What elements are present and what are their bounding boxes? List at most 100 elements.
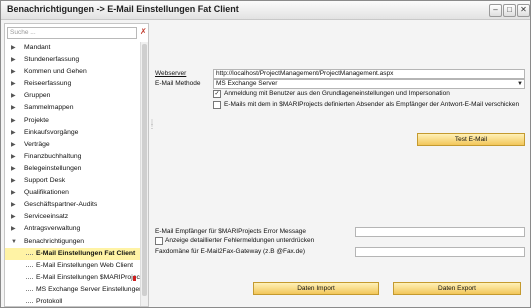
fax-domain-field[interactable] — [355, 247, 525, 257]
tree-subitem-label: E-Mail Einstellungen Web Client — [36, 261, 133, 269]
tree-item-label: Einkaufsvorgänge — [24, 128, 79, 136]
tree-item[interactable]: ▶ Kommen und Gehen — [5, 66, 140, 78]
tree-item[interactable]: ▶ Sammelmappen — [5, 102, 140, 114]
expand-right-icon[interactable]: ▶ — [11, 223, 16, 235]
sender-reply-checkbox[interactable] — [213, 101, 221, 109]
tree-connector — [26, 265, 33, 267]
tree-item-label: Kommen und Gehen — [24, 68, 87, 76]
tree-subitem-label: E-Mail Einstellungen $MARIProject — [36, 273, 142, 281]
tree-item-label: Verträge — [24, 140, 50, 148]
expand-right-icon[interactable]: ▶ — [11, 151, 16, 163]
expand-right-icon[interactable]: ▶ — [11, 187, 16, 199]
tree-item[interactable]: ▶ Reiseerfassung — [5, 78, 140, 90]
tree-item[interactable]: ▶ Projekte — [5, 115, 140, 127]
error-recipient-field[interactable] — [355, 227, 525, 237]
expand-right-icon[interactable]: ▶ — [11, 54, 16, 66]
maximize-button[interactable]: □ — [503, 4, 516, 17]
modified-marker-icon — [133, 275, 136, 281]
expand-right-icon[interactable]: ▶ — [11, 115, 16, 127]
clear-search-icon[interactable]: ✗ — [140, 27, 147, 37]
tree-scrollbar[interactable] — [140, 42, 148, 306]
expand-right-icon[interactable]: ▶ — [11, 127, 16, 139]
tree-item[interactable]: ▶ Antragsverwaltung — [5, 223, 140, 235]
splitter-grip-icon: ⋮ ⋮ — [149, 120, 155, 130]
panel-splitter[interactable]: ⋮ ⋮ — [148, 23, 155, 305]
expand-right-icon[interactable]: ▶ — [11, 139, 16, 151]
impersonation-label: Anmeldung mit Benutzer aus den Grundlage… — [224, 90, 450, 97]
expand-right-icon[interactable]: ▶ — [11, 175, 16, 187]
email-method-select[interactable]: MS Exchange Server ▼ — [213, 79, 525, 89]
tree-item[interactable]: ▶ Serviceeinsatz — [5, 211, 140, 223]
detailed-errors-checkbox[interactable] — [155, 237, 163, 245]
tree-item-label: Support Desk — [24, 177, 66, 185]
tree-item-label: Qualifikationen — [24, 189, 69, 197]
tree-item[interactable]: ▶ Support Desk — [5, 175, 140, 187]
email-settings-form: Webserver http://localhost/ProjectManage… — [155, 23, 527, 305]
tree-subitem-label: E-Mail Einstellungen Fat Client — [36, 249, 136, 257]
expand-right-icon[interactable]: ▶ — [11, 199, 16, 211]
expand-down-icon[interactable]: ▼ — [11, 236, 17, 248]
expand-right-icon[interactable]: ▶ — [11, 66, 16, 78]
tree-item[interactable]: ▼ Benachrichtigungen — [5, 236, 140, 248]
error-recipient-label: E-Mail Empfänger für $MARIProjects Error… — [155, 228, 306, 235]
settings-tree: ▶ Mandant ▶ Stundenerfassung ▶ Kommen und Geh… — [5, 42, 143, 306]
chevron-down-icon: ▼ — [517, 81, 523, 87]
tree-item[interactable]: ▶ Qualifikationen — [5, 187, 140, 199]
tree-item-label: Sammelmappen — [24, 104, 74, 112]
tree-item-label: Reiseerfassung — [24, 80, 72, 88]
data-import-button[interactable]: Daten Import — [253, 282, 379, 295]
tree-item[interactable]: ▶ Gruppen — [5, 90, 140, 102]
tree-item[interactable]: ▶ Belegeinstellungen — [5, 163, 140, 175]
close-button[interactable]: ✕ — [517, 4, 530, 17]
expand-right-icon[interactable]: ▶ — [11, 42, 16, 54]
tree-subitem-label: MS Exchange Server Einstellungen — [36, 285, 143, 293]
tree-item-label: Antragsverwaltung — [24, 225, 81, 233]
expand-right-icon[interactable]: ▶ — [11, 78, 16, 90]
tree-item[interactable]: ▶ Verträge — [5, 139, 140, 151]
tree-item[interactable]: ▶ Mandant — [5, 42, 140, 54]
tree-scrollbar-thumb[interactable] — [142, 44, 147, 296]
impersonation-checkbox[interactable]: ✓ — [213, 90, 221, 98]
tree-item[interactable]: ▶ Einkaufsvorgänge — [5, 127, 140, 139]
tree-item-label: Gruppen — [24, 92, 51, 100]
tree-item-label: Stundenerfassung — [24, 56, 80, 64]
title-bar: Benachrichtigungen -> E-Mail Einstellung… — [1, 1, 530, 20]
email-method-label: E-Mail Methode — [155, 80, 201, 87]
tree-item-label: Benachrichtigungen — [24, 237, 85, 245]
fax-domain-label: Faxdomäne für E-Mail2Fax-Gateway (z.B @F… — [155, 248, 306, 255]
settings-window: Benachrichtigungen -> E-Mail Einstellung… — [0, 0, 531, 308]
tree-item[interactable]: ▶ Geschäftspartner-Audits — [5, 199, 140, 211]
expand-right-icon[interactable]: ▶ — [11, 90, 16, 102]
tree-item-label: Mandant — [24, 44, 51, 51]
tree-subitem[interactable]: MS Exchange Server Einstellungen — [5, 284, 143, 296]
tree-item[interactable]: ▶ Stundenerfassung — [5, 54, 140, 66]
tree-connector — [26, 277, 33, 279]
tree-subitem[interactable]: E-Mail Einstellungen Fat Client — [5, 247, 140, 260]
detailed-errors-label: Anzeige detaillierter Fehlermeldungen un… — [165, 237, 315, 244]
tree-item-label: Geschäftspartner-Audits — [24, 201, 98, 209]
email-method-value: MS Exchange Server — [216, 80, 278, 87]
tree-item-label: Belegeinstellungen — [24, 164, 82, 172]
tree-subitem[interactable]: E-Mail Einstellungen $MARIProject — [5, 272, 142, 284]
tree-subitem[interactable]: Protokoll — [5, 296, 140, 306]
minimize-button[interactable]: – — [489, 4, 502, 17]
tree-item-label: Finanzbuchhaltung — [24, 152, 82, 160]
window-title: Benachrichtigungen -> E-Mail Einstellung… — [7, 4, 239, 14]
search-input[interactable]: Suche ... — [7, 27, 137, 39]
tree-subitem-label: Protokoll — [36, 297, 63, 305]
tree-item-label: Serviceeinsatz — [24, 213, 69, 221]
webserver-field[interactable]: http://localhost/ProjectManagement/Proje… — [213, 69, 525, 79]
settings-tree-panel: Suche ... ✗ ▶ Mandant ▶ Stundenerfassung ▶ Ko… — [4, 23, 149, 307]
expand-right-icon[interactable]: ▶ — [11, 102, 16, 114]
tree-subitem[interactable]: E-Mail Einstellungen Web Client — [5, 260, 140, 272]
expand-right-icon[interactable]: ▶ — [11, 211, 16, 223]
tree-item[interactable]: ▶ Finanzbuchhaltung — [5, 151, 140, 163]
webserver-label: Webserver — [155, 70, 187, 77]
expand-right-icon[interactable]: ▶ — [11, 163, 16, 175]
tree-connector — [26, 301, 33, 303]
tree-item-label: Projekte — [24, 116, 49, 124]
test-email-button[interactable]: Test E-Mail — [417, 133, 525, 146]
tree-connector — [26, 289, 33, 291]
sender-reply-label: E-Mails mit dem in $MARIProjects definie… — [224, 101, 520, 108]
data-export-button[interactable]: Daten Export — [393, 282, 521, 295]
